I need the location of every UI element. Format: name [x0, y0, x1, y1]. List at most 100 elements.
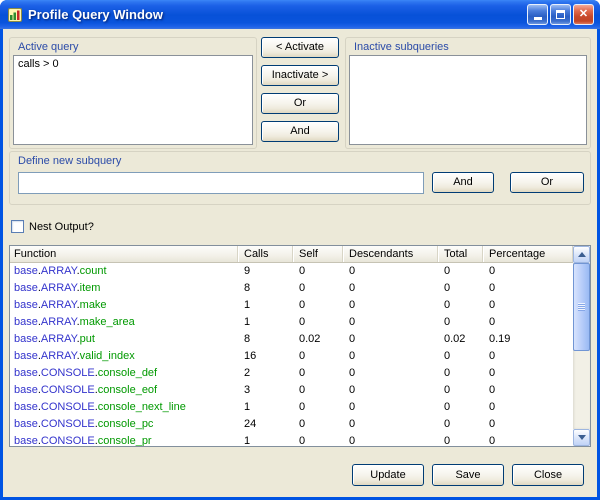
value-cell: 1 [238, 399, 293, 416]
value-cell: 0 [293, 433, 343, 446]
define-subquery-label: Define new subquery [18, 155, 121, 167]
update-button[interactable]: Update [352, 464, 424, 486]
inactive-subqueries-group: Inactive subqueries [345, 37, 591, 149]
arrow-down-icon [578, 435, 586, 440]
function-cell: base.CONSOLE.console_pr [10, 433, 238, 446]
value-cell: 0 [438, 416, 483, 433]
activate-button[interactable]: < Activate [261, 37, 339, 58]
value-cell: 0 [483, 280, 573, 297]
value-cell: 0 [343, 297, 438, 314]
value-cell: 0 [483, 348, 573, 365]
value-cell: 0 [343, 263, 438, 280]
value-cell: 0 [293, 399, 343, 416]
value-cell: 0 [483, 365, 573, 382]
value-cell: 2 [238, 365, 293, 382]
vertical-scrollbar[interactable] [573, 246, 590, 446]
value-cell: 0 [343, 348, 438, 365]
function-cell: base.ARRAY.put [10, 331, 238, 348]
column-header-self[interactable]: Self [293, 246, 343, 262]
maximize-button[interactable] [550, 4, 571, 25]
value-cell: 3 [238, 382, 293, 399]
minimize-icon [534, 17, 542, 20]
function-cell: base.ARRAY.valid_index [10, 348, 238, 365]
table-row[interactable]: base.ARRAY.make10000 [10, 297, 573, 314]
function-cell: base.CONSOLE.console_def [10, 365, 238, 382]
column-header-descendants[interactable]: Descendants [343, 246, 438, 262]
value-cell: 16 [238, 348, 293, 365]
column-header-function[interactable]: Function [10, 246, 238, 262]
value-cell: 1 [238, 433, 293, 446]
function-cell: base.ARRAY.count [10, 263, 238, 280]
window-title: Profile Query Window [28, 7, 163, 22]
value-cell: 0 [343, 433, 438, 446]
define-subquery-group: Define new subquery And Or [9, 151, 591, 205]
value-cell: 0 [438, 382, 483, 399]
active-query-list[interactable]: calls > 0 [13, 55, 253, 145]
function-cell: base.CONSOLE.console_eof [10, 382, 238, 399]
table-row[interactable]: base.ARRAY.valid_index160000 [10, 348, 573, 365]
table-row[interactable]: base.CONSOLE.console_eof30000 [10, 382, 573, 399]
close-dialog-button[interactable]: Close [512, 464, 584, 486]
table-row[interactable]: base.ARRAY.make_area10000 [10, 314, 573, 331]
table-row[interactable]: base.CONSOLE.console_pr10000 [10, 433, 573, 446]
nest-output-row: Nest Output? [11, 220, 94, 233]
column-header-total[interactable]: Total [438, 246, 483, 262]
function-cell: base.CONSOLE.console_next_line [10, 399, 238, 416]
close-icon: ✕ [579, 9, 588, 20]
subquery-or-button[interactable]: Or [510, 172, 584, 193]
close-button[interactable]: ✕ [573, 4, 594, 25]
scroll-down-button[interactable] [573, 429, 590, 446]
or-combine-button[interactable]: Or [261, 93, 339, 114]
scrollbar-track[interactable] [573, 263, 590, 429]
inactive-subqueries-list[interactable] [349, 55, 587, 145]
value-cell: 0 [483, 263, 573, 280]
value-cell: 0 [293, 263, 343, 280]
minimize-button[interactable] [527, 4, 548, 25]
table-body[interactable]: base.ARRAY.count90000base.ARRAY.item8000… [10, 263, 573, 446]
inactive-subqueries-label: Inactive subqueries [354, 41, 449, 53]
scroll-up-button[interactable] [573, 246, 590, 263]
save-button[interactable]: Save [432, 464, 504, 486]
table-row[interactable]: base.ARRAY.item80000 [10, 280, 573, 297]
active-query-group: Active query calls > 0 [9, 37, 257, 149]
value-cell: 0 [293, 365, 343, 382]
and-combine-button[interactable]: And [261, 121, 339, 142]
column-header-percentage[interactable]: Percentage [483, 246, 573, 262]
value-cell: 0 [483, 433, 573, 446]
value-cell: 0 [343, 365, 438, 382]
table-row[interactable]: base.ARRAY.count90000 [10, 263, 573, 280]
value-cell: 0 [438, 263, 483, 280]
table-row[interactable]: base.CONSOLE.console_def20000 [10, 365, 573, 382]
value-cell: 24 [238, 416, 293, 433]
window-body: Active query calls > 0 < Activate Inacti… [3, 29, 597, 497]
subquery-and-button[interactable]: And [432, 172, 494, 193]
nest-output-checkbox[interactable] [11, 220, 24, 233]
value-cell: 0 [343, 416, 438, 433]
value-cell: 0 [438, 314, 483, 331]
results-table: FunctionCallsSelfDescendantsTotalPercent… [9, 245, 591, 447]
maximize-icon [556, 10, 565, 19]
table-row[interactable]: base.CONSOLE.console_next_line10000 [10, 399, 573, 416]
value-cell: 1 [238, 297, 293, 314]
nest-output-label: Nest Output? [29, 221, 94, 233]
value-cell: 0 [293, 314, 343, 331]
scrollbar-thumb[interactable] [573, 263, 590, 351]
value-cell: 0.02 [293, 331, 343, 348]
value-cell: 8 [238, 280, 293, 297]
active-query-label: Active query [18, 41, 79, 53]
subquery-input[interactable] [18, 172, 424, 194]
app-icon[interactable] [7, 7, 23, 23]
titlebar[interactable]: Profile Query Window ✕ [0, 0, 600, 29]
value-cell: 0 [483, 314, 573, 331]
table-row[interactable]: base.ARRAY.put80.0200.020.19 [10, 331, 573, 348]
inactivate-button[interactable]: Inactivate > [261, 65, 339, 86]
value-cell: 0 [483, 382, 573, 399]
value-cell: 0 [483, 399, 573, 416]
value-cell: 0 [343, 280, 438, 297]
value-cell: 0.19 [483, 331, 573, 348]
column-header-calls[interactable]: Calls [238, 246, 293, 262]
list-item[interactable]: calls > 0 [14, 56, 252, 72]
value-cell: 1 [238, 314, 293, 331]
function-cell: base.ARRAY.item [10, 280, 238, 297]
table-row[interactable]: base.CONSOLE.console_pc240000 [10, 416, 573, 433]
